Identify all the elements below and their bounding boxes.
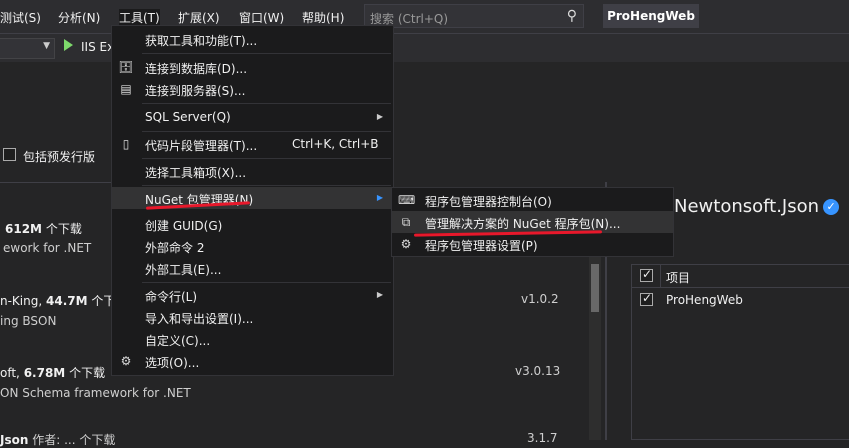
package-3-version: v3.0.13 [515,364,561,378]
menu-item-import-export[interactable]: 导入和导出设置(I)... [112,306,393,328]
menu-item-manage-solution-packages[interactable]: ⧉ 管理解决方案的 NuGet 程序包(N)... [392,211,673,233]
table-row[interactable]: ProHengWeb [632,289,849,311]
project-table-header: 项目 [632,265,849,288]
menu-help[interactable]: 帮助(H) [302,9,344,26]
package-3-author: oft, 6.78M 个下载 [0,366,106,380]
package-icon: ⧉ [401,215,411,229]
chevron-down-icon: ▼ [43,41,50,51]
menu-item-get-tools[interactable]: 获取工具和功能(T)... [112,28,393,50]
scrollbar-track[interactable] [589,252,601,440]
select-all-checkbox[interactable] [640,267,653,282]
menu-item-sql-server[interactable]: SQL Server(Q) ▶ [112,106,393,128]
menu-item-command-line[interactable]: 命令行(L) ▶ [112,284,393,306]
column-divider [660,265,661,287]
menu-tools[interactable]: 工具(T) [119,9,160,26]
menu-window[interactable]: 窗口(W) [239,9,284,26]
menu-item-connect-server[interactable]: ▤ 连接到服务器(S)... [112,78,393,100]
chevron-right-icon: ▶ [376,193,383,202]
menu-item-snippet-manager[interactable]: ▯ 代码片段管理器(T)... Ctrl+K, Ctrl+B [112,133,393,155]
package-1-desc: ework for .NET [3,241,92,255]
project-name: ProHengWeb [666,293,743,307]
menu-item-package-settings[interactable]: ⚙ 程序包管理器设置(P) [392,233,673,255]
gear-icon: ⚙ [120,354,132,368]
menu-separator [142,282,391,283]
package-2-author: n-King, 44.7M 个下 [0,294,116,308]
snippet-icon: ▯ [122,137,130,151]
package-4-version: 3.1.7 [527,431,558,445]
server-plus-icon: ▤ [120,82,132,96]
prerelease-label: 包括预发行版 [23,150,96,164]
menu-item-customize[interactable]: 自定义(C)... [112,328,393,350]
menu-extensions[interactable]: 扩展(X) [178,9,220,26]
menu-separator [142,53,391,54]
run-target-label[interactable]: IIS Ex [81,40,114,54]
project-name-badge: ProHengWeb [603,4,699,28]
play-icon[interactable] [64,39,73,51]
menu-item-connect-database[interactable]: 🗄 连接到数据库(D)... [112,56,393,78]
package-3-desc: ON Schema framework for .NET [0,386,191,400]
chevron-right-icon: ▶ [376,290,383,299]
menu-separator [142,158,391,159]
menu-separator [142,185,391,186]
scrollbar-thumb[interactable] [591,264,599,312]
menu-analyze[interactable]: 分析(N) [58,9,100,26]
project-checkbox[interactable] [640,291,653,306]
project-column-header: 项目 [666,271,691,285]
menu-separator [142,131,391,132]
search-box[interactable]: 搜索 (Ctrl+Q) ⚲ [364,4,584,28]
search-icon[interactable]: ⚲ [567,8,577,24]
package-2-version: v1.0.2 [521,292,559,306]
console-icon: ⌨ [398,193,416,207]
config-dropdown[interactable]: ▼ [0,38,55,59]
project-table: 项目 ProHengWeb [631,264,849,440]
tools-menu: 获取工具和功能(T)... 🗄 连接到数据库(D)... ▤ 连接到服务器(S)..… [111,25,394,376]
package-detail-title: Newtonsoft.Json ✓ [674,196,840,217]
menu-item-external-command-2[interactable]: 外部命令 2 [112,235,393,257]
menu-item-package-console[interactable]: ⌨ 程序包管理器控制台(O) [392,189,673,211]
menu-item-create-guid[interactable]: 创建 GUID(G) [112,213,393,235]
menu-item-options[interactable]: ⚙ 选项(O)... [112,350,393,372]
menu-item-toolbox-items[interactable]: 选择工具箱项(X)... [112,160,393,182]
verified-icon: ✓ [823,199,840,215]
database-plus-icon: 🗄 [118,60,134,74]
chevron-right-icon: ▶ [376,112,383,121]
gear-icon: ⚙ [400,237,412,251]
prerelease-checkbox[interactable] [3,148,16,161]
divider [0,182,112,183]
nuget-submenu: ⌨ 程序包管理器控制台(O) ⧉ 管理解决方案的 NuGet 程序包(N)... ⚙… [391,187,674,257]
menu-item-external-tools[interactable]: 外部工具(E)... [112,257,393,279]
menu-separator [142,103,391,104]
menu-test[interactable]: 测试(S) [0,9,41,26]
package-1-downloads: 612M 个下载 [5,222,82,236]
package-2-desc: ing BSON [0,314,57,328]
